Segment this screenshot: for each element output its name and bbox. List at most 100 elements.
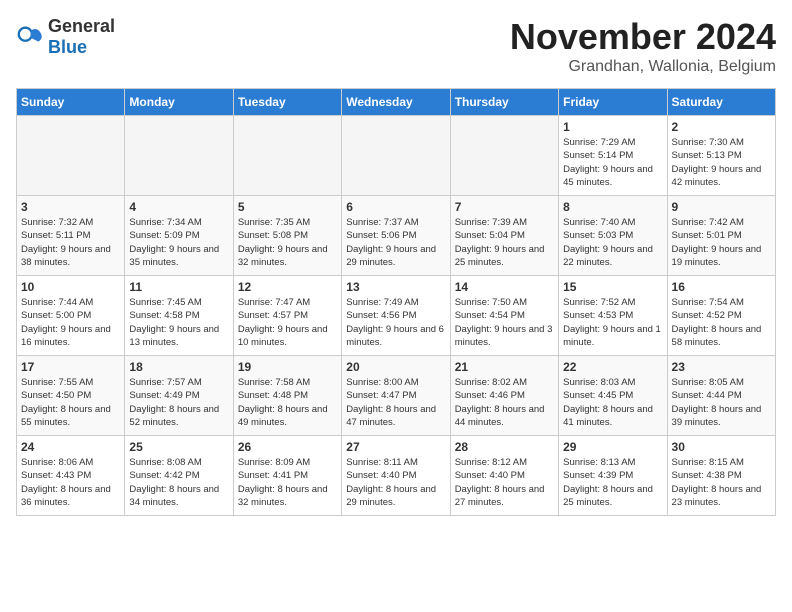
calendar-cell: 5Sunrise: 7:35 AM Sunset: 5:08 PM Daylig… (233, 196, 341, 276)
calendar-cell: 9 Sunrise: 7:42 AM Sunset: 5:01 PM Daylig… (667, 196, 775, 276)
day-info: Sunrise: 7:52 AM Sunset: 4:53 PM Dayligh… (563, 296, 662, 349)
calendar-week-1: 1 Sunrise: 7:29 AM Sunset: 5:14 PM Daylig… (17, 116, 776, 196)
calendar-cell: 2 Sunrise: 7:30 AM Sunset: 5:13 PM Daylig… (667, 116, 775, 196)
calendar-cell (450, 116, 558, 196)
day-info: Sunrise: 8:12 AM Sunset: 4:40 PM Dayligh… (455, 456, 554, 509)
day-number: 24 (21, 440, 120, 454)
calendar-cell: 13 Sunrise: 7:49 AM Sunset: 4:56 PM Dayli… (342, 276, 450, 356)
logo-general: General (48, 16, 115, 36)
calendar-header-thursday: Thursday (450, 89, 558, 116)
calendar-cell: 7Sunrise: 7:39 AM Sunset: 5:04 PM Daylig… (450, 196, 558, 276)
day-info: Sunrise: 7:55 AM Sunset: 4:50 PM Dayligh… (21, 376, 120, 429)
day-number: 3 (21, 200, 120, 214)
day-info: Sunrise: 7:35 AM Sunset: 5:08 PM Dayligh… (238, 216, 337, 269)
calendar-cell: 26 Sunrise: 8:09 AM Sunset: 4:41 PM Dayli… (233, 436, 341, 516)
day-number: 21 (455, 360, 554, 374)
calendar-cell: 4Sunrise: 7:34 AM Sunset: 5:09 PM Daylig… (125, 196, 233, 276)
calendar-cell: 23 Sunrise: 8:05 AM Sunset: 4:44 PM Dayli… (667, 356, 775, 436)
day-number: 13 (346, 280, 445, 294)
day-info: Sunrise: 7:50 AM Sunset: 4:54 PM Dayligh… (455, 296, 554, 349)
day-number: 22 (563, 360, 662, 374)
calendar-header-row: SundayMondayTuesdayWednesdayThursdayFrid… (17, 89, 776, 116)
calendar-cell: 16Sunrise: 7:54 AM Sunset: 4:52 PM Dayli… (667, 276, 775, 356)
calendar-week-3: 10 Sunrise: 7:44 AM Sunset: 5:00 PM Dayli… (17, 276, 776, 356)
day-number: 14 (455, 280, 554, 294)
day-info: Sunrise: 7:44 AM Sunset: 5:00 PM Dayligh… (21, 296, 120, 349)
day-number: 6 (346, 200, 445, 214)
calendar-cell: 12 Sunrise: 7:47 AM Sunset: 4:57 PM Dayli… (233, 276, 341, 356)
day-number: 25 (129, 440, 228, 454)
day-number: 12 (238, 280, 337, 294)
day-info: Sunrise: 7:47 AM Sunset: 4:57 PM Dayligh… (238, 296, 337, 349)
calendar-cell: 11 Sunrise: 7:45 AM Sunset: 4:58 PM Dayli… (125, 276, 233, 356)
day-number: 26 (238, 440, 337, 454)
day-info: Sunrise: 7:42 AM Sunset: 5:01 PM Dayligh… (672, 216, 771, 269)
calendar-header-saturday: Saturday (667, 89, 775, 116)
calendar-cell (342, 116, 450, 196)
day-number: 9 (672, 200, 771, 214)
day-info: Sunrise: 7:57 AM Sunset: 4:49 PM Dayligh… (129, 376, 228, 429)
calendar-cell (233, 116, 341, 196)
day-number: 20 (346, 360, 445, 374)
day-info: Sunrise: 8:15 AM Sunset: 4:38 PM Dayligh… (672, 456, 771, 509)
calendar-header-friday: Friday (559, 89, 667, 116)
day-info: Sunrise: 7:49 AM Sunset: 4:56 PM Dayligh… (346, 296, 445, 349)
calendar-cell: 14 Sunrise: 7:50 AM Sunset: 4:54 PM Dayli… (450, 276, 558, 356)
calendar-cell (17, 116, 125, 196)
logo-blue: Blue (48, 37, 87, 57)
calendar-cell: 29 Sunrise: 8:13 AM Sunset: 4:39 PM Dayli… (559, 436, 667, 516)
calendar-cell: 10 Sunrise: 7:44 AM Sunset: 5:00 PM Dayli… (17, 276, 125, 356)
logo-icon (16, 23, 44, 51)
title-area: November 2024 Grandhan, Wallonia, Belgiu… (510, 16, 776, 76)
calendar-cell: 27Sunrise: 8:11 AM Sunset: 4:40 PM Dayli… (342, 436, 450, 516)
day-number: 27 (346, 440, 445, 454)
calendar-cell: 24Sunrise: 8:06 AM Sunset: 4:43 PM Dayli… (17, 436, 125, 516)
day-number: 15 (563, 280, 662, 294)
day-info: Sunrise: 8:08 AM Sunset: 4:42 PM Dayligh… (129, 456, 228, 509)
day-number: 16 (672, 280, 771, 294)
calendar-cell (125, 116, 233, 196)
day-info: Sunrise: 7:58 AM Sunset: 4:48 PM Dayligh… (238, 376, 337, 429)
logo: General Blue (16, 16, 115, 58)
calendar-cell: 28 Sunrise: 8:12 AM Sunset: 4:40 PM Dayli… (450, 436, 558, 516)
calendar-cell: 3 Sunrise: 7:32 AM Sunset: 5:11 PM Daylig… (17, 196, 125, 276)
day-info: Sunrise: 8:05 AM Sunset: 4:44 PM Dayligh… (672, 376, 771, 429)
day-info: Sunrise: 8:03 AM Sunset: 4:45 PM Dayligh… (563, 376, 662, 429)
day-number: 1 (563, 120, 662, 134)
calendar-cell: 19 Sunrise: 7:58 AM Sunset: 4:48 PM Dayli… (233, 356, 341, 436)
logo-text: General Blue (48, 16, 115, 58)
day-number: 30 (672, 440, 771, 454)
header: General Blue November 2024 Grandhan, Wal… (16, 16, 776, 76)
day-info: Sunrise: 7:29 AM Sunset: 5:14 PM Dayligh… (563, 136, 662, 189)
day-number: 17 (21, 360, 120, 374)
calendar-cell: 22 Sunrise: 8:03 AM Sunset: 4:45 PM Dayli… (559, 356, 667, 436)
calendar-cell: 8 Sunrise: 7:40 AM Sunset: 5:03 PM Daylig… (559, 196, 667, 276)
day-info: Sunrise: 8:09 AM Sunset: 4:41 PM Dayligh… (238, 456, 337, 509)
day-info: Sunrise: 7:40 AM Sunset: 5:03 PM Dayligh… (563, 216, 662, 269)
day-number: 8 (563, 200, 662, 214)
calendar-cell: 21Sunrise: 8:02 AM Sunset: 4:46 PM Dayli… (450, 356, 558, 436)
calendar-cell: 25 Sunrise: 8:08 AM Sunset: 4:42 PM Dayli… (125, 436, 233, 516)
calendar-week-4: 17 Sunrise: 7:55 AM Sunset: 4:50 PM Dayli… (17, 356, 776, 436)
day-number: 11 (129, 280, 228, 294)
calendar-cell: 30 Sunrise: 8:15 AM Sunset: 4:38 PM Dayli… (667, 436, 775, 516)
day-number: 29 (563, 440, 662, 454)
day-number: 19 (238, 360, 337, 374)
calendar-cell: 17 Sunrise: 7:55 AM Sunset: 4:50 PM Dayli… (17, 356, 125, 436)
calendar-header-tuesday: Tuesday (233, 89, 341, 116)
calendar-cell: 18Sunrise: 7:57 AM Sunset: 4:49 PM Dayli… (125, 356, 233, 436)
day-number: 28 (455, 440, 554, 454)
day-info: Sunrise: 7:32 AM Sunset: 5:11 PM Dayligh… (21, 216, 120, 269)
day-info: Sunrise: 7:37 AM Sunset: 5:06 PM Dayligh… (346, 216, 445, 269)
day-number: 7 (455, 200, 554, 214)
calendar-header-wednesday: Wednesday (342, 89, 450, 116)
calendar-week-2: 3 Sunrise: 7:32 AM Sunset: 5:11 PM Daylig… (17, 196, 776, 276)
day-info: Sunrise: 8:13 AM Sunset: 4:39 PM Dayligh… (563, 456, 662, 509)
day-info: Sunrise: 7:45 AM Sunset: 4:58 PM Dayligh… (129, 296, 228, 349)
calendar-body: 1 Sunrise: 7:29 AM Sunset: 5:14 PM Daylig… (17, 116, 776, 516)
day-number: 10 (21, 280, 120, 294)
calendar-cell: 20Sunrise: 8:00 AM Sunset: 4:47 PM Dayli… (342, 356, 450, 436)
day-number: 2 (672, 120, 771, 134)
day-info: Sunrise: 7:30 AM Sunset: 5:13 PM Dayligh… (672, 136, 771, 189)
day-number: 23 (672, 360, 771, 374)
